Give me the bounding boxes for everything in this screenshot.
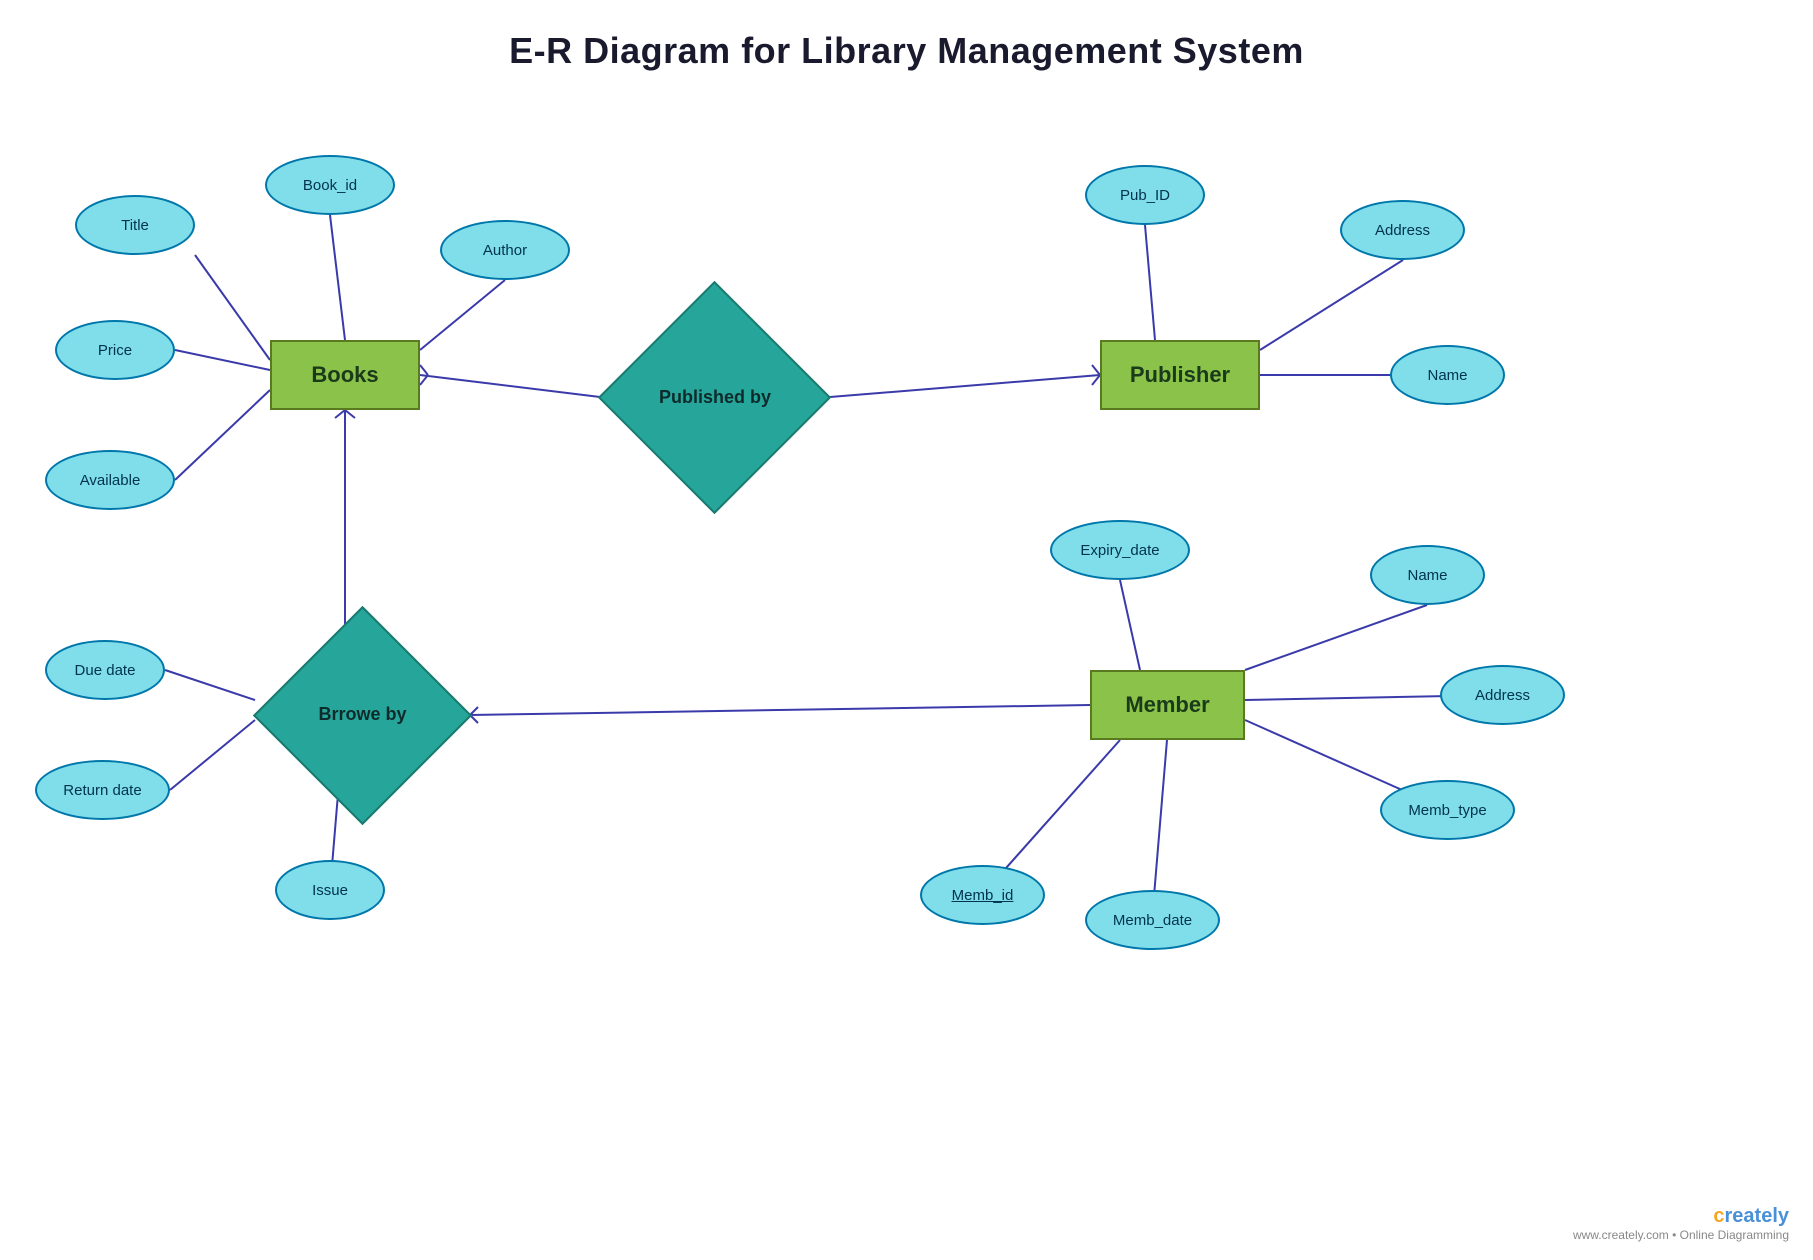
attr-pub-address: Address: [1340, 200, 1465, 260]
attr-author: Author: [440, 220, 570, 280]
attr-book-id: Book_id: [265, 155, 395, 215]
entity-member: Member: [1090, 670, 1245, 740]
attr-pub-id: Pub_ID: [1085, 165, 1205, 225]
attr-mem-address: Address: [1440, 665, 1565, 725]
entity-books: Books: [270, 340, 420, 410]
attr-price: Price: [55, 320, 175, 380]
attr-memb-id: Memb_id: [920, 865, 1045, 925]
attr-expiry-date: Expiry_date: [1050, 520, 1190, 580]
attr-mem-name: Name: [1370, 545, 1485, 605]
attr-memb-type: Memb_type: [1380, 780, 1515, 840]
attr-memb-date: Memb_date: [1085, 890, 1220, 950]
attr-pub-name: Name: [1390, 345, 1505, 405]
attr-available: Available: [45, 450, 175, 510]
relationship-brrowe-by: Brrowe by: [255, 660, 470, 770]
attr-issue: Issue: [275, 860, 385, 920]
attr-title: Title: [75, 195, 195, 255]
watermark: creately www.creately.com • Online Diagr…: [1573, 1205, 1789, 1242]
page-title: E-R Diagram for Library Management Syste…: [0, 0, 1813, 72]
attr-due-date: Due date: [45, 640, 165, 700]
entity-publisher: Publisher: [1100, 340, 1260, 410]
attr-return-date: Return date: [35, 760, 170, 820]
relationship-published-by: Published by: [600, 340, 830, 455]
